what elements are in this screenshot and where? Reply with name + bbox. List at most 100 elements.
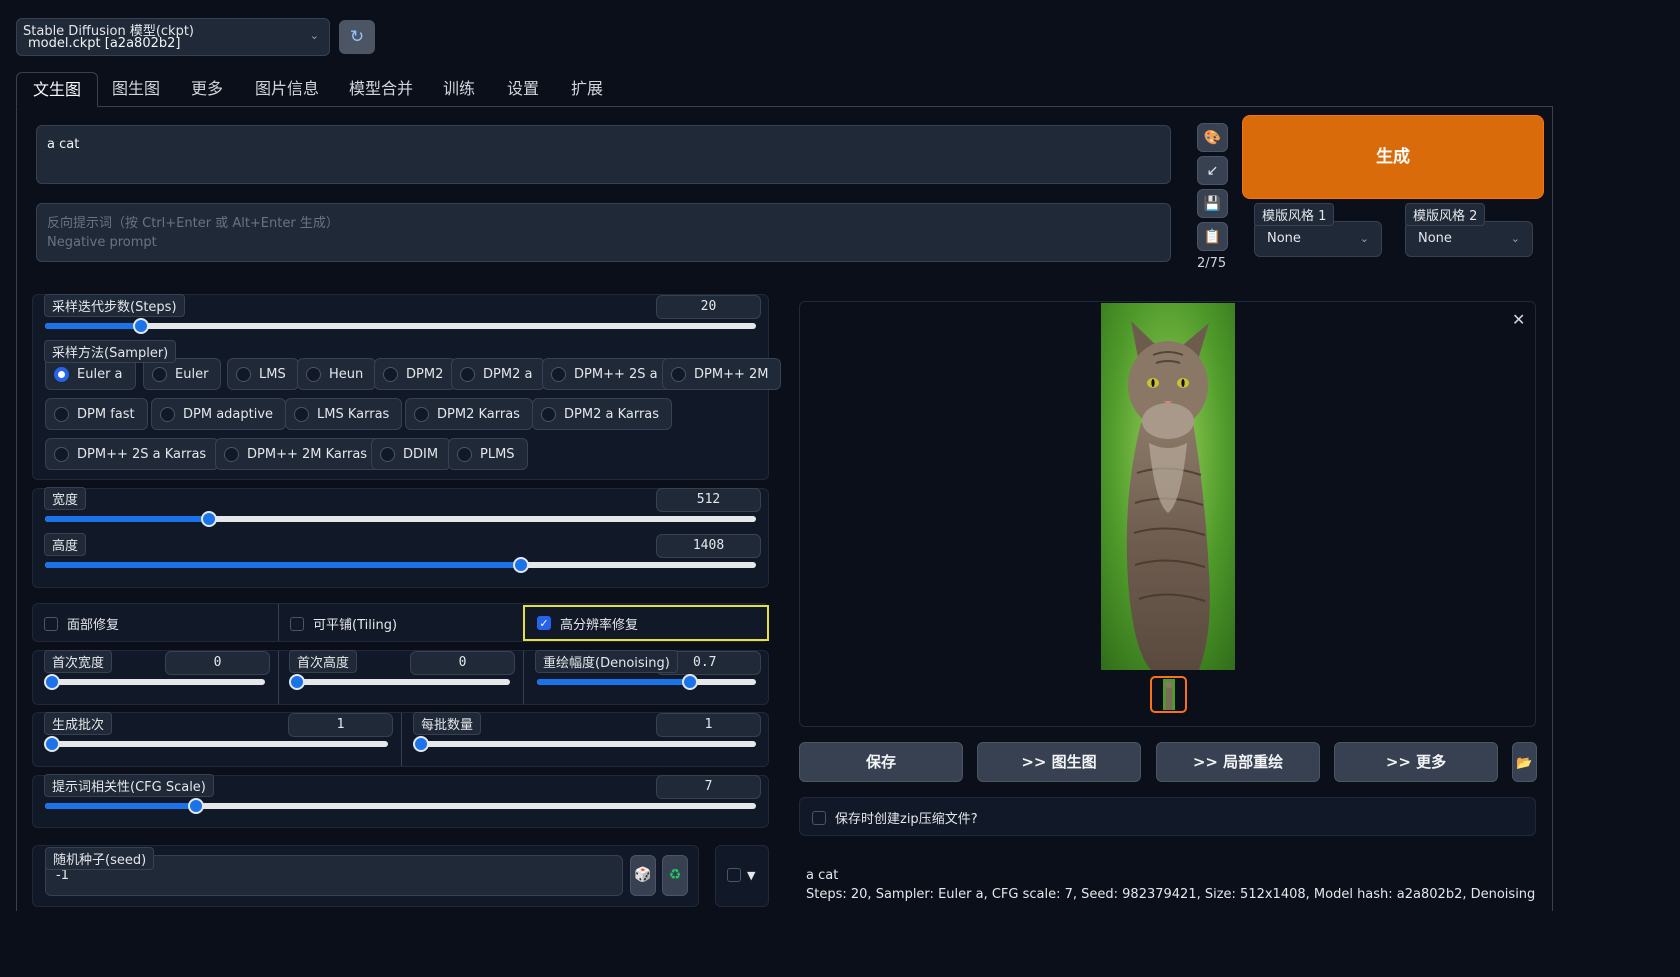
- radio-dot[interactable]: [306, 366, 321, 382]
- model-selector[interactable]: Stable Diffusion 模型(ckpt) model.ckpt [a2…: [16, 18, 330, 56]
- steps-slider[interactable]: [45, 318, 756, 334]
- tab-txt2img[interactable]: 文生图: [16, 72, 99, 107]
- refresh-model-button[interactable]: ↻: [339, 20, 375, 54]
- face-restore-box[interactable]: [44, 616, 58, 631]
- read-params-button[interactable]: ↙: [1197, 156, 1228, 185]
- sampler-option[interactable]: DPM2 a: [451, 358, 546, 390]
- radio-dot[interactable]: [152, 366, 167, 382]
- tab-settings[interactable]: 设置: [491, 72, 555, 106]
- cfg-slider[interactable]: [45, 798, 756, 814]
- radio-dot[interactable]: [236, 366, 251, 382]
- first-width-slider[interactable]: [44, 674, 265, 690]
- batch-count-input[interactable]: 1: [288, 713, 393, 737]
- tiling-checkbox[interactable]: 可平铺(Tiling): [290, 614, 397, 633]
- tiling-label: 可平铺(Tiling): [313, 618, 398, 633]
- slider-thumb[interactable]: [132, 318, 149, 334]
- sampler-option[interactable]: DPM++ 2M: [662, 358, 782, 390]
- sampler-option-label: DPM++ 2S a Karras: [77, 446, 207, 462]
- radio-dot[interactable]: [383, 366, 398, 382]
- sampler-option-label: Euler a: [77, 366, 123, 382]
- extra-networks-button[interactable]: 🎨: [1197, 123, 1228, 152]
- send-to-inpaint-button[interactable]: >> 局部重绘: [1156, 742, 1320, 782]
- radio-dot[interactable]: [54, 406, 69, 422]
- tab-img2img[interactable]: 图生图: [96, 72, 176, 106]
- sampler-option[interactable]: PLMS: [448, 438, 528, 470]
- save-style-button[interactable]: 💾: [1197, 189, 1228, 218]
- radio-dot[interactable]: [224, 446, 239, 462]
- random-seed-button[interactable]: 🎲: [630, 855, 656, 896]
- radio-dot[interactable]: [294, 406, 309, 422]
- radio-dot[interactable]: [380, 446, 395, 462]
- sampler-option[interactable]: DPM2 a Karras: [532, 398, 673, 430]
- radio-dot[interactable]: [541, 406, 556, 422]
- gallery-thumbnail[interactable]: [1150, 676, 1187, 713]
- extra-seed-toggle[interactable]: ▼: [727, 868, 755, 882]
- open-folder-button[interactable]: 📂: [1512, 742, 1537, 782]
- zip-checkbox[interactable]: 保存时创建zip压缩文件?: [812, 808, 978, 827]
- tab-train[interactable]: 训练: [427, 72, 491, 106]
- hires-fix-box[interactable]: ✓: [537, 616, 551, 630]
- sampler-option[interactable]: LMS Karras: [285, 398, 403, 430]
- sampler-option[interactable]: DPM++ 2S a: [542, 358, 671, 390]
- radio-dot[interactable]: [54, 366, 69, 382]
- height-slider[interactable]: [45, 557, 756, 573]
- style2-select[interactable]: None ⌄: [1405, 221, 1533, 257]
- sampler-option[interactable]: DPM2: [374, 358, 457, 390]
- sampler-option[interactable]: DPM adaptive: [151, 398, 287, 430]
- apply-style-button[interactable]: 📋: [1197, 222, 1228, 251]
- slider-thumb[interactable]: [187, 798, 204, 814]
- negative-prompt-placeholder: 反向提示词（按 Ctrl+Enter 或 Alt+Enter 生成） Negat…: [47, 216, 339, 250]
- save-button[interactable]: 保存: [799, 742, 963, 782]
- sampler-option[interactable]: DPM fast: [45, 398, 148, 430]
- tab-extensions[interactable]: 扩展: [555, 72, 619, 106]
- first-height-input[interactable]: 0: [410, 651, 515, 675]
- radio-dot[interactable]: [414, 406, 429, 422]
- generate-button[interactable]: 生成: [1242, 115, 1544, 199]
- generated-image[interactable]: [1101, 303, 1235, 670]
- tiling-box[interactable]: [290, 616, 304, 631]
- batch-size-slider[interactable]: [413, 736, 756, 752]
- radio-dot[interactable]: [671, 366, 686, 382]
- send-to-img2img-button[interactable]: >> 图生图: [977, 742, 1141, 782]
- steps-number-input[interactable]: 20: [656, 295, 761, 319]
- batch-count-slider[interactable]: [44, 736, 388, 752]
- reuse-seed-button[interactable]: ♻: [662, 855, 688, 896]
- slider-thumb[interactable]: [44, 674, 60, 690]
- negative-prompt-input[interactable]: 反向提示词（按 Ctrl+Enter 或 Alt+Enter 生成） Negat…: [36, 203, 1171, 262]
- radio-dot[interactable]: [460, 366, 475, 382]
- radio-dot[interactable]: [54, 446, 69, 462]
- divider: [278, 604, 279, 641]
- face-restore-checkbox[interactable]: 面部修复: [44, 614, 119, 633]
- zip-box[interactable]: [812, 810, 826, 825]
- first-width-input[interactable]: 0: [165, 651, 270, 675]
- height-number-input[interactable]: 1408: [656, 534, 761, 558]
- sampler-option[interactable]: DPM++ 2S a Karras: [45, 438, 220, 470]
- width-slider[interactable]: [45, 511, 756, 527]
- first-height-slider[interactable]: [289, 674, 510, 690]
- hires-fix-checkbox[interactable]: ✓ 高分辨率修复: [523, 605, 769, 641]
- batch-size-input[interactable]: 1: [656, 713, 761, 737]
- sampler-option[interactable]: DPM2 Karras: [405, 398, 533, 430]
- sampler-option[interactable]: DPM++ 2M Karras: [215, 438, 381, 470]
- style1-select[interactable]: None ⌄: [1254, 221, 1382, 257]
- slider-thumb[interactable]: [44, 736, 60, 752]
- send-to-extras-button[interactable]: >> 更多: [1334, 742, 1498, 782]
- sampler-option[interactable]: DDIM: [371, 438, 452, 470]
- slider-thumb[interactable]: [413, 736, 429, 752]
- extra-seed-checkbox[interactable]: [727, 868, 741, 882]
- slider-thumb[interactable]: [289, 674, 305, 690]
- radio-dot[interactable]: [457, 446, 472, 462]
- sampler-option[interactable]: Heun: [297, 358, 377, 390]
- tab-merge[interactable]: 模型合并: [333, 72, 429, 106]
- prompt-input[interactable]: a cat: [36, 125, 1171, 184]
- cfg-input[interactable]: 7: [656, 775, 761, 799]
- tab-extras[interactable]: 更多: [175, 72, 239, 106]
- sampler-option-label: LMS: [259, 366, 286, 382]
- sampler-option[interactable]: LMS: [227, 358, 299, 390]
- width-number-input[interactable]: 512: [656, 488, 761, 512]
- close-icon[interactable]: ✕: [1512, 310, 1525, 329]
- denoising-slider[interactable]: [537, 674, 756, 690]
- radio-dot[interactable]: [160, 406, 175, 422]
- radio-dot[interactable]: [551, 366, 566, 382]
- tab-png-info[interactable]: 图片信息: [239, 72, 335, 106]
